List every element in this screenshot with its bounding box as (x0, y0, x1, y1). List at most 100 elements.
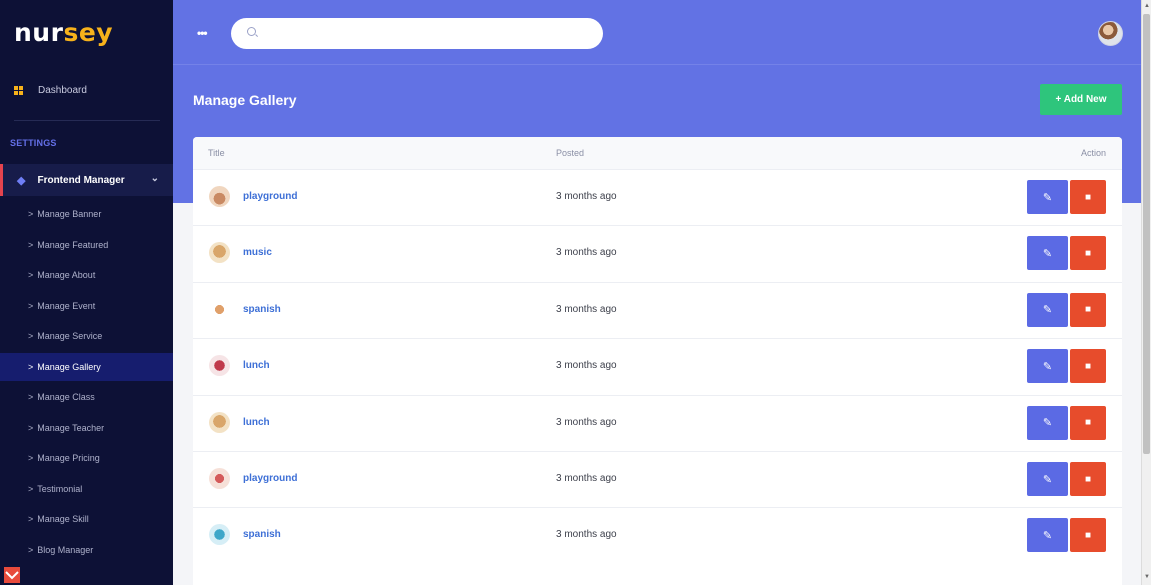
delete-button[interactable]: ■ (1070, 236, 1106, 271)
sidebar-subitem-label: Manage Event (37, 300, 96, 311)
edit-button[interactable]: ✎ (1027, 349, 1068, 384)
chevron-down-icon: ⌄ (150, 173, 159, 184)
posted-time: 3 months ago (556, 191, 617, 202)
gallery-table: Title Posted Action playground 3 months a… (193, 137, 1122, 585)
pencil-icon: ✎ (1042, 417, 1053, 430)
sidebar-subitem-label: Manage Pricing (37, 453, 100, 463)
app-corner-logo (4, 567, 20, 583)
chevron-right-icon: > (28, 209, 34, 219)
brand-logo[interactable]: nursey (14, 18, 113, 47)
posted-time: 3 months ago (556, 529, 617, 541)
edit-button[interactable]: ✎ (1027, 405, 1068, 440)
edit-button[interactable]: ✎ (1027, 236, 1068, 271)
gallery-thumbnail (209, 242, 230, 264)
sidebar-subitem-label: Manage Teacher (37, 422, 105, 433)
edit-button[interactable]: ✎ (1027, 292, 1068, 327)
gallery-title-link[interactable]: music (243, 247, 272, 258)
delete-button[interactable]: ■ (1070, 405, 1106, 440)
sidebar-subitem[interactable]: > Manage Banner (0, 200, 173, 228)
topbar-divider (173, 64, 1141, 65)
posted-time: 3 months ago (556, 473, 617, 484)
pencil-icon: ✎ (1042, 473, 1053, 486)
sidebar-subitem[interactable]: > Testimonial (0, 475, 173, 503)
sidebar-subitem[interactable]: > Manage Service (0, 322, 173, 350)
sidebar-subitem-label: Blog Manager (37, 544, 94, 555)
sidebar-subitem-label: Manage Gallery (37, 361, 101, 372)
brand-logo-prefix: nur (14, 18, 64, 47)
delete-button[interactable]: ■ (1070, 518, 1106, 553)
chevron-right-icon: > (28, 483, 34, 494)
gallery-thumbnail (209, 355, 230, 377)
sidebar-subitem[interactable]: > Manage Class (0, 383, 173, 411)
gallery-thumbnail (209, 298, 230, 320)
delete-button[interactable]: ■ (1070, 462, 1106, 496)
page-scrollbar[interactable]: ▲ ▼ (1141, 0, 1151, 585)
gallery-title-link[interactable]: playground (243, 473, 297, 484)
gallery-title-link[interactable]: lunch (243, 417, 270, 428)
sidebar-divider (14, 120, 160, 121)
trash-icon: ■ (1084, 247, 1092, 259)
gallery-title-link[interactable]: lunch (243, 360, 270, 371)
settings-heading: SETTINGS (10, 138, 57, 148)
gallery-thumbnail (209, 186, 230, 207)
sidebar-subitem[interactable]: > Manage About (0, 261, 173, 289)
chevron-right-icon: > (28, 422, 34, 433)
page-title: Manage Gallery (193, 92, 297, 108)
ellipsis-icon: ••• (197, 26, 208, 40)
column-header-posted: Posted (556, 148, 585, 158)
sidebar-item-frontend-manager[interactable]: ◆ Frontend Manager ⌄ (0, 164, 173, 196)
user-avatar[interactable] (1098, 21, 1123, 46)
sidebar-subitem-label: Manage Banner (37, 209, 102, 219)
sidebar-subitem[interactable]: > Manage Event (0, 292, 173, 320)
sidebar-subitem[interactable]: > Manage Skill (0, 505, 173, 533)
delete-button[interactable]: ■ (1070, 349, 1106, 384)
column-header-action: Action (1081, 148, 1107, 158)
scroll-down-icon[interactable]: ▼ (1144, 574, 1150, 580)
edit-button[interactable]: ✎ (1027, 462, 1068, 496)
table-row: music 3 months ago ✎ ■ (193, 225, 1122, 281)
menu-toggle-button[interactable]: ••• (197, 26, 208, 40)
delete-button[interactable]: ■ (1070, 180, 1106, 214)
scrollbar-thumb[interactable] (1143, 14, 1150, 454)
sidebar-subitem[interactable]: > Blog Manager (0, 536, 173, 564)
sidebar-subitem-label: Manage Class (37, 392, 95, 402)
table-row: spanish 3 months ago ✎ ■ (193, 281, 1122, 338)
pencil-icon: ✎ (1042, 529, 1053, 542)
sidebar-subitem[interactable]: > Manage Pricing (0, 444, 173, 472)
delete-button[interactable]: ■ (1070, 292, 1106, 327)
gallery-thumbnail (209, 524, 230, 546)
search-icon (247, 27, 256, 36)
chevron-right-icon: > (28, 453, 34, 463)
pencil-icon: ✎ (1042, 191, 1053, 204)
sidebar-subitem-label: Testimonial (37, 483, 83, 494)
chevron-right-icon: > (28, 270, 34, 280)
posted-time: 3 months ago (556, 360, 617, 372)
sidebar-subitem-label: Manage Skill (37, 514, 89, 524)
table-header: Title Posted Action (193, 137, 1122, 169)
sidebar-subitem[interactable]: > Manage Teacher (0, 414, 173, 442)
search-input[interactable] (231, 18, 603, 49)
pencil-icon: ✎ (1042, 247, 1053, 260)
trash-icon: ■ (1084, 529, 1092, 541)
add-new-button[interactable]: + Add New (1040, 84, 1122, 115)
gallery-title-link[interactable]: spanish (243, 304, 281, 315)
chevron-right-icon: > (28, 239, 34, 250)
edit-button[interactable]: ✎ (1027, 180, 1068, 214)
posted-time: 3 months ago (556, 303, 617, 315)
sidebar-item-dashboard[interactable]: Dashboard (0, 80, 173, 100)
scroll-up-icon[interactable]: ▲ (1144, 3, 1150, 9)
posted-time: 3 months ago (556, 247, 617, 259)
sidebar-item-label: Dashboard (38, 84, 87, 96)
column-header-title: Title (208, 148, 225, 158)
gallery-thumbnail (209, 411, 230, 433)
edit-button[interactable]: ✎ (1027, 518, 1068, 553)
gallery-title-link[interactable]: playground (243, 191, 297, 202)
chevron-right-icon: > (28, 300, 34, 311)
trash-icon: ■ (1084, 360, 1092, 372)
sidebar-subitem[interactable]: > Manage Featured (0, 231, 173, 259)
sidebar-subitem-label: Manage Featured (37, 239, 109, 250)
chevron-right-icon: > (28, 361, 34, 372)
gallery-thumbnail (209, 468, 230, 489)
sidebar-subitem[interactable]: > Manage Gallery (0, 352, 173, 381)
gallery-title-link[interactable]: spanish (243, 529, 281, 540)
